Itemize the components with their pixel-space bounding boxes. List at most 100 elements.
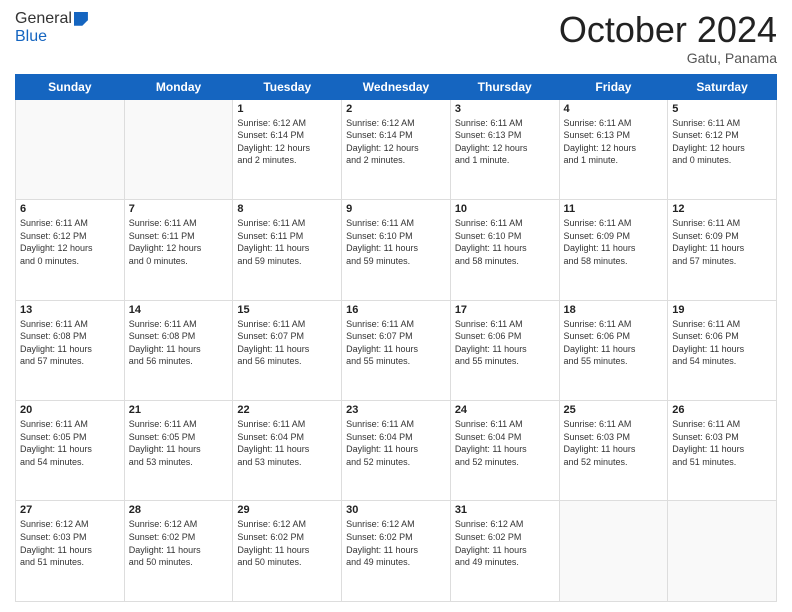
day-number: 8 (237, 203, 337, 215)
calendar-cell: 8 Sunrise: 6:11 AM Sunset: 6:11 PM Daylig… (233, 200, 342, 300)
day-header-monday: Monday (124, 74, 233, 99)
day-number: 19 (672, 304, 772, 316)
cell-info: Sunrise: 6:11 AM Sunset: 6:11 PM Dayligh… (237, 217, 337, 267)
day-number: 17 (455, 304, 555, 316)
day-number: 20 (20, 404, 120, 416)
logo: General Blue (15, 10, 88, 46)
calendar-cell: 22 Sunrise: 6:11 AM Sunset: 6:04 PM Dayli… (233, 401, 342, 501)
day-number: 31 (455, 504, 555, 516)
cell-info: Sunrise: 6:11 AM Sunset: 6:13 PM Dayligh… (564, 117, 664, 167)
cell-info: Sunrise: 6:11 AM Sunset: 6:12 PM Dayligh… (672, 117, 772, 167)
calendar-cell: 10 Sunrise: 6:11 AM Sunset: 6:10 PM Dayli… (450, 200, 559, 300)
cell-info: Sunrise: 6:11 AM Sunset: 6:04 PM Dayligh… (237, 418, 337, 468)
calendar-week-1: 1Sunrise: 6:12 AM Sunset: 6:14 PM Daylig… (16, 99, 777, 199)
calendar-week-4: 20 Sunrise: 6:11 AM Sunset: 6:05 PM Dayli… (16, 401, 777, 501)
cell-info: Sunrise: 6:11 AM Sunset: 6:03 PM Dayligh… (672, 418, 772, 468)
header-row: SundayMondayTuesdayWednesdayThursdayFrid… (16, 74, 777, 99)
calendar-table: SundayMondayTuesdayWednesdayThursdayFrid… (15, 74, 777, 602)
calendar-cell: 7 Sunrise: 6:11 AM Sunset: 6:11 PM Daylig… (124, 200, 233, 300)
cell-info: Sunrise: 6:11 AM Sunset: 6:13 PM Dayligh… (455, 117, 555, 167)
day-number: 10 (455, 203, 555, 215)
title-block: October 2024 Gatu, Panama (559, 10, 777, 66)
day-number: 14 (129, 304, 229, 316)
cell-info: Sunrise: 6:11 AM Sunset: 6:06 PM Dayligh… (455, 318, 555, 368)
day-number: 27 (20, 504, 120, 516)
logo-icon (74, 12, 88, 26)
cell-info: Sunrise: 6:11 AM Sunset: 6:09 PM Dayligh… (564, 217, 664, 267)
cell-info: Sunrise: 6:11 AM Sunset: 6:04 PM Dayligh… (455, 418, 555, 468)
calendar-cell: 4 Sunrise: 6:11 AM Sunset: 6:13 PM Daylig… (559, 99, 668, 199)
calendar-cell: 15 Sunrise: 6:11 AM Sunset: 6:07 PM Dayli… (233, 300, 342, 400)
month-title: October 2024 (559, 10, 777, 50)
logo-line1: General (15, 10, 88, 28)
day-number: 11 (564, 203, 664, 215)
day-number: 7 (129, 203, 229, 215)
calendar-cell: 11 Sunrise: 6:11 AM Sunset: 6:09 PM Dayli… (559, 200, 668, 300)
calendar-cell: 2 Sunrise: 6:12 AM Sunset: 6:14 PM Daylig… (342, 99, 451, 199)
calendar-cell (668, 501, 777, 602)
day-number: 21 (129, 404, 229, 416)
logo-blue-text: Blue (15, 28, 47, 46)
calendar-week-2: 6Sunrise: 6:11 AM Sunset: 6:12 PM Daylig… (16, 200, 777, 300)
cell-info: Sunrise: 6:11 AM Sunset: 6:06 PM Dayligh… (564, 318, 664, 368)
cell-info: Sunrise: 6:11 AM Sunset: 6:04 PM Dayligh… (346, 418, 446, 468)
day-header-thursday: Thursday (450, 74, 559, 99)
day-header-saturday: Saturday (668, 74, 777, 99)
cell-info: Sunrise: 6:12 AM Sunset: 6:14 PM Dayligh… (346, 117, 446, 167)
cell-info: Sunrise: 6:12 AM Sunset: 6:02 PM Dayligh… (129, 518, 229, 568)
location: Gatu, Panama (559, 50, 777, 66)
day-number: 2 (346, 103, 446, 115)
calendar-cell (16, 99, 125, 199)
calendar-cell: 9 Sunrise: 6:11 AM Sunset: 6:10 PM Daylig… (342, 200, 451, 300)
day-number: 5 (672, 103, 772, 115)
day-header-tuesday: Tuesday (233, 74, 342, 99)
day-number: 6 (20, 203, 120, 215)
cell-info: Sunrise: 6:11 AM Sunset: 6:08 PM Dayligh… (20, 318, 120, 368)
calendar-cell: 12 Sunrise: 6:11 AM Sunset: 6:09 PM Dayli… (668, 200, 777, 300)
calendar-cell: 28 Sunrise: 6:12 AM Sunset: 6:02 PM Dayli… (124, 501, 233, 602)
cell-info: Sunrise: 6:11 AM Sunset: 6:07 PM Dayligh… (237, 318, 337, 368)
day-number: 29 (237, 504, 337, 516)
day-number: 30 (346, 504, 446, 516)
day-header-wednesday: Wednesday (342, 74, 451, 99)
calendar-cell: 19 Sunrise: 6:11 AM Sunset: 6:06 PM Dayli… (668, 300, 777, 400)
cell-info: Sunrise: 6:11 AM Sunset: 6:10 PM Dayligh… (455, 217, 555, 267)
calendar-cell: 13 Sunrise: 6:11 AM Sunset: 6:08 PM Dayli… (16, 300, 125, 400)
day-number: 23 (346, 404, 446, 416)
day-number: 22 (237, 404, 337, 416)
day-number: 9 (346, 203, 446, 215)
page: General Blue October 2024 Gatu, Panama S… (0, 0, 792, 612)
cell-info: Sunrise: 6:11 AM Sunset: 6:06 PM Dayligh… (672, 318, 772, 368)
cell-info: Sunrise: 6:11 AM Sunset: 6:09 PM Dayligh… (672, 217, 772, 267)
day-number: 25 (564, 404, 664, 416)
calendar-cell: 14 Sunrise: 6:11 AM Sunset: 6:08 PM Dayli… (124, 300, 233, 400)
calendar-cell: 26Sunrise: 6:11 AM Sunset: 6:03 PM Dayli… (668, 401, 777, 501)
calendar-cell: 1Sunrise: 6:12 AM Sunset: 6:14 PM Daylig… (233, 99, 342, 199)
day-header-sunday: Sunday (16, 74, 125, 99)
calendar-cell: 25Sunrise: 6:11 AM Sunset: 6:03 PM Dayli… (559, 401, 668, 501)
day-number: 4 (564, 103, 664, 115)
cell-info: Sunrise: 6:11 AM Sunset: 6:07 PM Dayligh… (346, 318, 446, 368)
calendar-cell: 27 Sunrise: 6:12 AM Sunset: 6:03 PM Dayli… (16, 501, 125, 602)
header: General Blue October 2024 Gatu, Panama (15, 10, 777, 66)
day-number: 18 (564, 304, 664, 316)
day-number: 15 (237, 304, 337, 316)
cell-info: Sunrise: 6:11 AM Sunset: 6:05 PM Dayligh… (129, 418, 229, 468)
calendar-cell: 5 Sunrise: 6:11 AM Sunset: 6:12 PM Daylig… (668, 99, 777, 199)
cell-info: Sunrise: 6:12 AM Sunset: 6:14 PM Dayligh… (237, 117, 337, 167)
cell-info: Sunrise: 6:11 AM Sunset: 6:11 PM Dayligh… (129, 217, 229, 267)
cell-info: Sunrise: 6:12 AM Sunset: 6:03 PM Dayligh… (20, 518, 120, 568)
calendar-cell: 31Sunrise: 6:12 AM Sunset: 6:02 PM Dayli… (450, 501, 559, 602)
calendar-cell: 21 Sunrise: 6:11 AM Sunset: 6:05 PM Dayli… (124, 401, 233, 501)
calendar-cell: 24 Sunrise: 6:11 AM Sunset: 6:04 PM Dayli… (450, 401, 559, 501)
cell-info: Sunrise: 6:11 AM Sunset: 6:05 PM Dayligh… (20, 418, 120, 468)
calendar-cell: 20 Sunrise: 6:11 AM Sunset: 6:05 PM Dayli… (16, 401, 125, 501)
calendar-cell: 6Sunrise: 6:11 AM Sunset: 6:12 PM Daylig… (16, 200, 125, 300)
cell-info: Sunrise: 6:11 AM Sunset: 6:10 PM Dayligh… (346, 217, 446, 267)
day-number: 12 (672, 203, 772, 215)
day-number: 13 (20, 304, 120, 316)
day-number: 24 (455, 404, 555, 416)
calendar-cell (124, 99, 233, 199)
cell-info: Sunrise: 6:11 AM Sunset: 6:08 PM Dayligh… (129, 318, 229, 368)
day-number: 28 (129, 504, 229, 516)
